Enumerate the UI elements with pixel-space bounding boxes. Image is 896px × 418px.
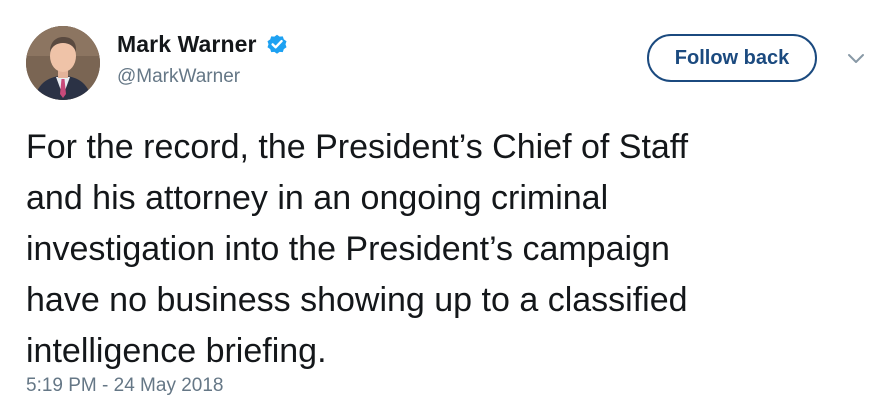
tweet-text: For the record, the President’s Chief of… [26, 128, 689, 370]
follow-back-button[interactable]: Follow back [647, 34, 817, 82]
verified-badge-icon [265, 32, 289, 56]
avatar-image [26, 26, 100, 100]
tweet-timestamp[interactable]: 5:19 PM - 24 May 2018 [26, 375, 224, 397]
tweet-card: Mark Warner @MarkWarner Follow back For … [0, 0, 896, 418]
author-name-row: Mark Warner [117, 30, 289, 58]
avatar[interactable] [26, 26, 100, 100]
author-display-name[interactable]: Mark Warner [117, 31, 257, 58]
author-handle[interactable]: @MarkWarner [117, 66, 240, 88]
chevron-down-icon[interactable] [846, 52, 866, 66]
